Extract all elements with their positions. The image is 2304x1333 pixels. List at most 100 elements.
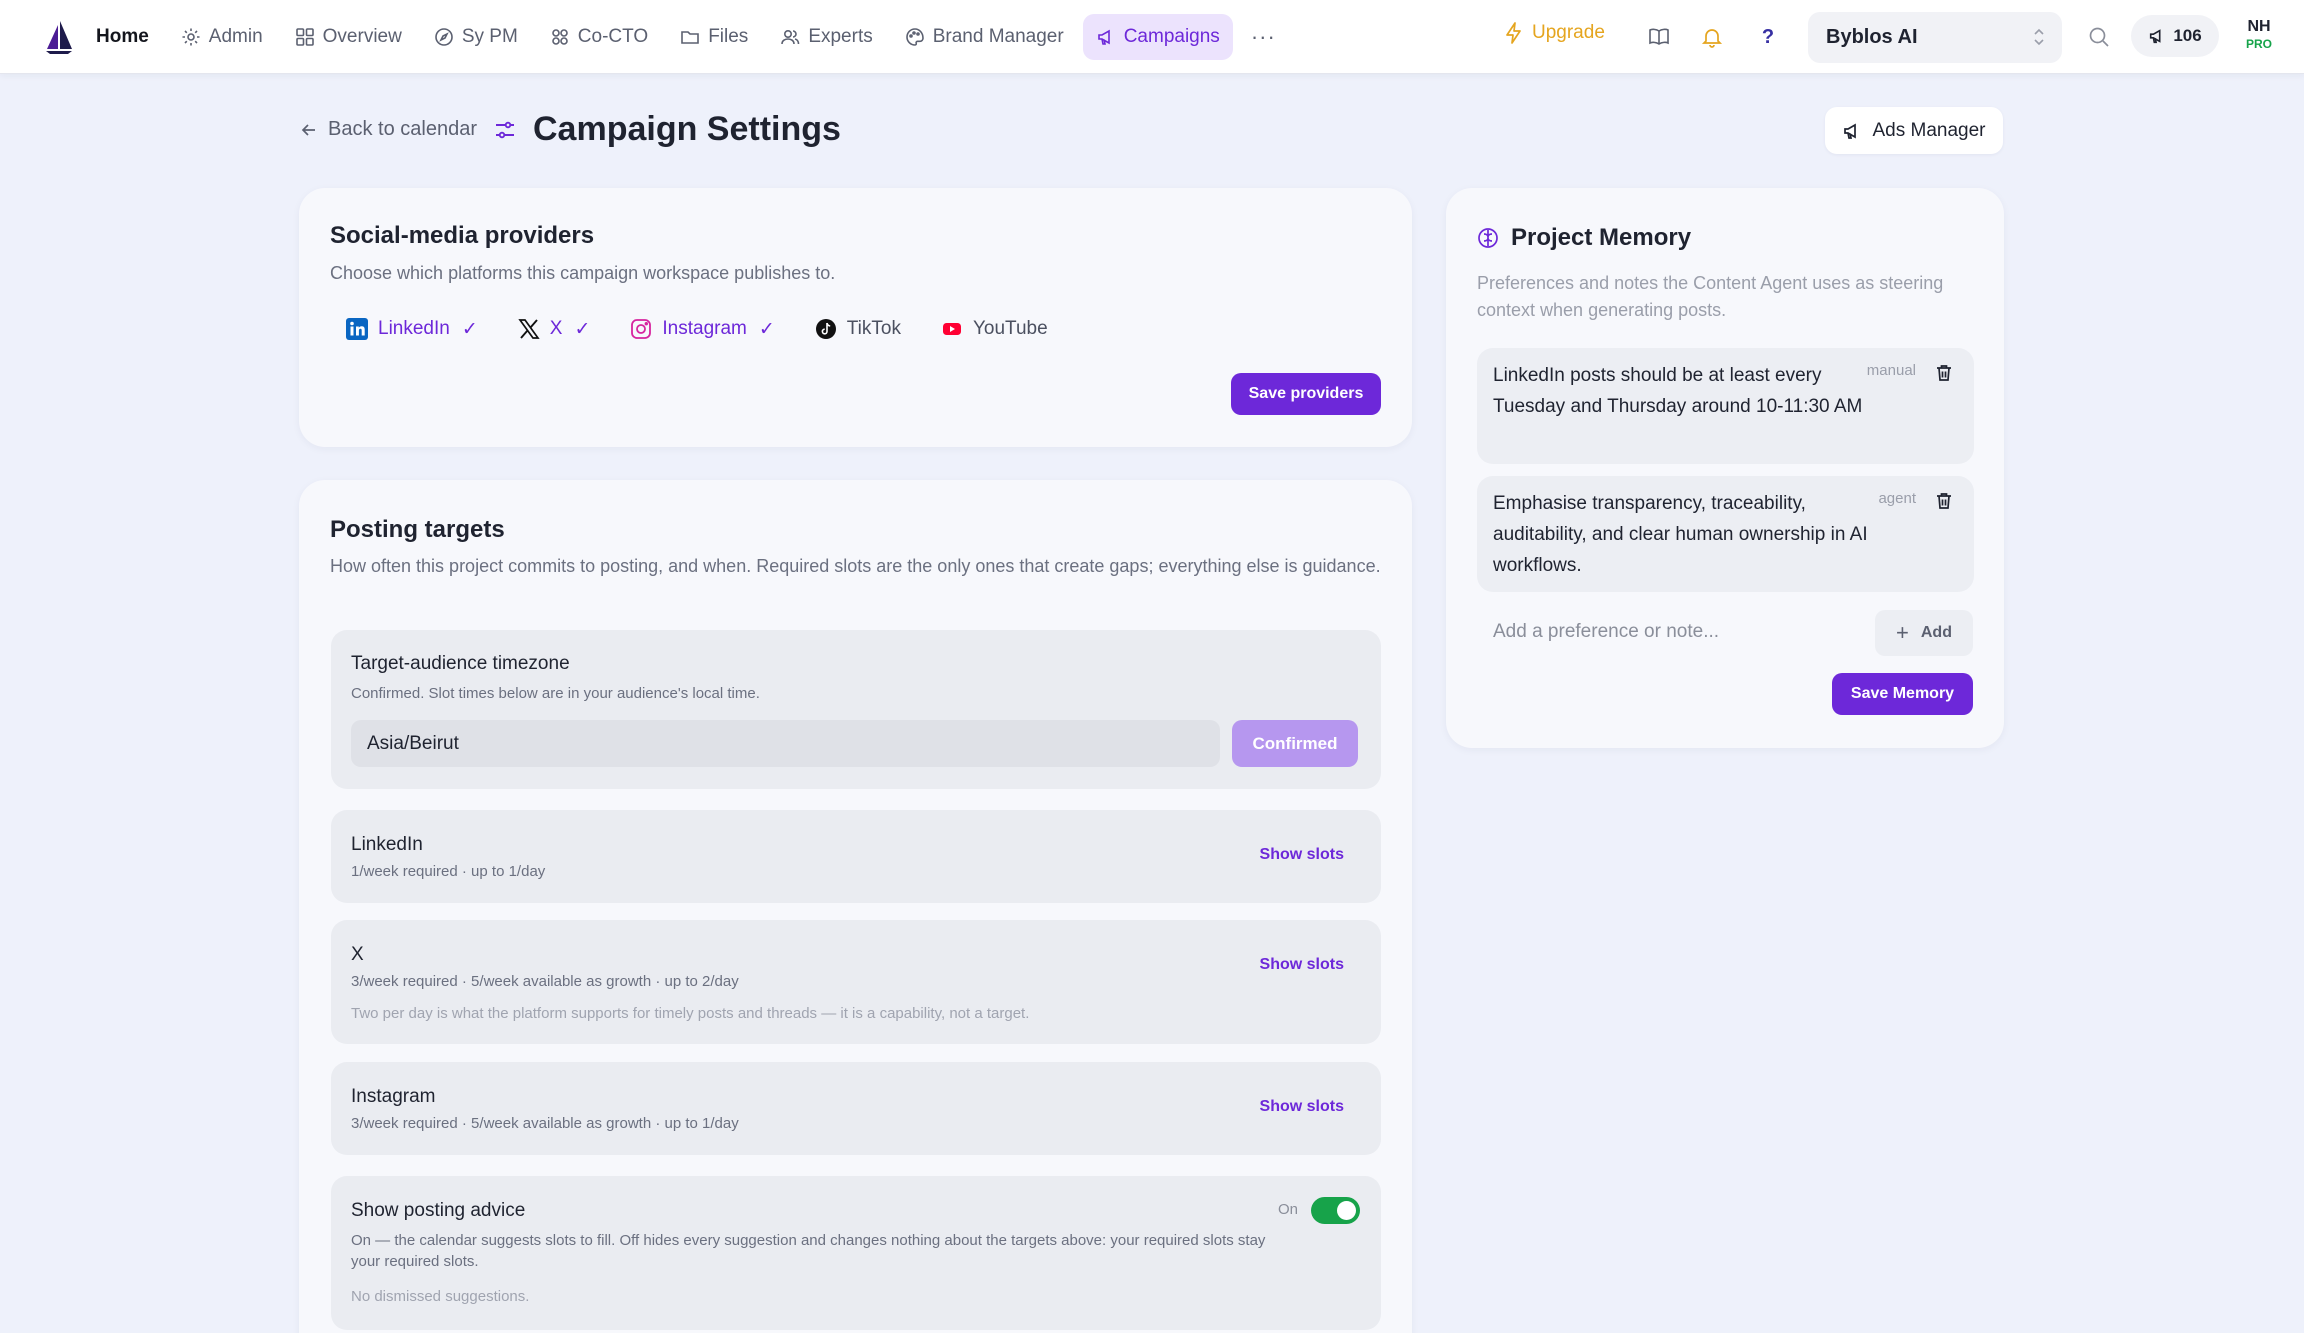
app-logo-icon[interactable]: [44, 18, 78, 56]
nav-experts[interactable]: Experts: [767, 14, 885, 60]
nav-co-cto[interactable]: Co-CTO: [537, 14, 661, 60]
nav-brand-manager-label: Brand Manager: [932, 26, 1064, 47]
provider-list: LinkedIn ✓ X ✓ Instagram ✓ TikTok YouTub…: [330, 312, 1072, 346]
advice-toggle-label: On: [1278, 1201, 1299, 1218]
nav-experts-label: Experts: [808, 26, 873, 47]
platform-note: Two per day is what the platform support…: [351, 1005, 1030, 1022]
timezone-value: Asia/Beirut: [367, 732, 459, 754]
search-icon: [2089, 27, 2109, 47]
back-label: Back to calendar: [328, 118, 477, 140]
compass-icon: [435, 28, 453, 46]
check-icon: ✓: [758, 318, 775, 340]
memory-title-text: Project Memory: [1511, 224, 1692, 251]
upgrade-button[interactable]: Upgrade: [1504, 22, 1605, 44]
brain-icon: [1478, 228, 1498, 248]
memory-title: Project Memory: [1477, 224, 1691, 252]
nav-files[interactable]: Files: [667, 14, 761, 60]
platform-name: Instagram: [351, 1086, 436, 1107]
ads-manager-button[interactable]: Ads Manager: [1825, 107, 2003, 154]
show-slots-button[interactable]: Show slots: [1260, 846, 1344, 864]
docs-book-button[interactable]: [1644, 22, 1674, 52]
more-menu-button[interactable]: ···: [1239, 14, 1288, 60]
nav-overview[interactable]: Overview: [282, 14, 415, 60]
providers-description: Choose which platforms this campaign wor…: [330, 263, 836, 283]
nav-home[interactable]: Home: [96, 14, 162, 60]
provider-instagram[interactable]: Instagram ✓: [614, 312, 790, 346]
provider-youtube[interactable]: YouTube: [925, 312, 1064, 346]
dismissed-suggestions-text: No dismissed suggestions.: [351, 1288, 530, 1305]
grid-icon: [295, 28, 314, 46]
timezone-input[interactable]: Asia/Beirut: [351, 720, 1220, 767]
nav-menu: Home Admin Overview Sy PM Co-CTO Files E…: [44, 0, 1294, 74]
memory-note: Emphasise transparency, traceability, au…: [1477, 476, 1974, 592]
nav-sy-pm[interactable]: Sy PM: [421, 14, 531, 60]
platform-name: X: [351, 944, 364, 965]
provider-x-label: X: [549, 318, 563, 339]
tiktok-icon: [815, 319, 836, 339]
provider-tiktok[interactable]: TikTok: [799, 312, 917, 346]
megaphone-icon: [1097, 29, 1110, 45]
platform-target-x: X 3/week required · 5/week available as …: [331, 920, 1381, 1044]
posting-targets-card: Posting targets How often this project c…: [299, 480, 1412, 1333]
x-logo-icon: [518, 319, 540, 339]
add-note-button[interactable]: + Add: [1875, 610, 1973, 656]
user-avatar[interactable]: NH PRO: [2240, 18, 2278, 52]
project-memory-card: Project Memory Preferences and notes the…: [1446, 188, 2004, 748]
toggle-knob: [1337, 1201, 1356, 1220]
linkedin-icon: [346, 318, 368, 340]
search-button[interactable]: [2084, 22, 2114, 52]
nav-overview-label: Overview: [322, 26, 402, 47]
notifications-button[interactable]: [1697, 22, 1727, 52]
provider-x[interactable]: X ✓: [502, 312, 607, 346]
provider-linkedin[interactable]: LinkedIn ✓: [330, 312, 494, 346]
more-dots-icon: ···: [1250, 24, 1276, 49]
timezone-title: Target-audience timezone: [351, 653, 570, 674]
check-icon: ✓: [574, 318, 591, 340]
users-icon: [781, 29, 800, 45]
provider-tiktok-label: TikTok: [846, 318, 901, 339]
credits-count: 106: [2173, 26, 2202, 45]
lightning-icon: [1506, 22, 1521, 44]
platform-target-linkedin: LinkedIn 1/week required · up to 1/day S…: [331, 810, 1381, 903]
platform-summary: 3/week required · 5/week available as gr…: [351, 1115, 739, 1132]
save-providers-button[interactable]: Save providers: [1231, 373, 1381, 415]
nav-admin-label: Admin: [208, 26, 263, 47]
book-icon: [1649, 28, 1669, 45]
workspace-name: Byblos AI: [1826, 26, 1918, 48]
check-icon: ✓: [461, 318, 478, 340]
nav-campaigns[interactable]: Campaigns: [1082, 14, 1233, 60]
memory-description: Preferences and notes the Content Agent …: [1477, 273, 1944, 320]
targets-title: Posting targets: [330, 516, 505, 543]
trash-icon[interactable]: [1936, 492, 1952, 510]
memory-note-tag: manual: [1866, 362, 1916, 379]
memory-note-input[interactable]: Add a preference or note...: [1493, 621, 1719, 643]
show-slots-button[interactable]: Show slots: [1260, 956, 1344, 974]
platform-summary: 3/week required · 5/week available as gr…: [351, 973, 739, 990]
nav-sy-pm-label: Sy PM: [461, 26, 518, 47]
nav-admin[interactable]: Admin: [168, 14, 276, 60]
megaphone-icon: [1844, 123, 1857, 139]
ads-manager-label: Ads Manager: [1872, 119, 1986, 141]
memory-note: LinkedIn posts should be at least every …: [1477, 348, 1974, 464]
save-memory-button[interactable]: Save Memory: [1832, 673, 1973, 715]
advice-toggle[interactable]: [1311, 1197, 1360, 1224]
show-slots-button[interactable]: Show slots: [1260, 1098, 1344, 1116]
nav-co-cto-label: Co-CTO: [577, 26, 649, 47]
credits-badge[interactable]: 106: [2131, 15, 2219, 57]
nav-home-label: Home: [96, 26, 149, 47]
advice-title: Show posting advice: [351, 1200, 526, 1221]
provider-linkedin-label: LinkedIn: [378, 318, 450, 339]
arrow-left-icon: [301, 123, 315, 136]
trash-icon[interactable]: [1936, 364, 1952, 382]
page-title-text: Campaign Settings: [533, 110, 841, 148]
timezone-confirmed-button[interactable]: Confirmed: [1232, 720, 1358, 767]
help-button[interactable]: ?: [1753, 22, 1783, 52]
nav-campaigns-label: Campaigns: [1123, 26, 1220, 47]
folder-icon: [681, 31, 699, 44]
back-to-calendar-link[interactable]: Back to calendar: [300, 118, 477, 141]
platform-name: LinkedIn: [351, 834, 423, 855]
plus-icon: +: [1896, 620, 1909, 645]
nav-brand-manager[interactable]: Brand Manager: [892, 14, 1077, 60]
workspace-selector[interactable]: Byblos AI: [1808, 12, 2062, 63]
top-navigation-bar: Home Admin Overview Sy PM Co-CTO Files E…: [0, 0, 2304, 74]
